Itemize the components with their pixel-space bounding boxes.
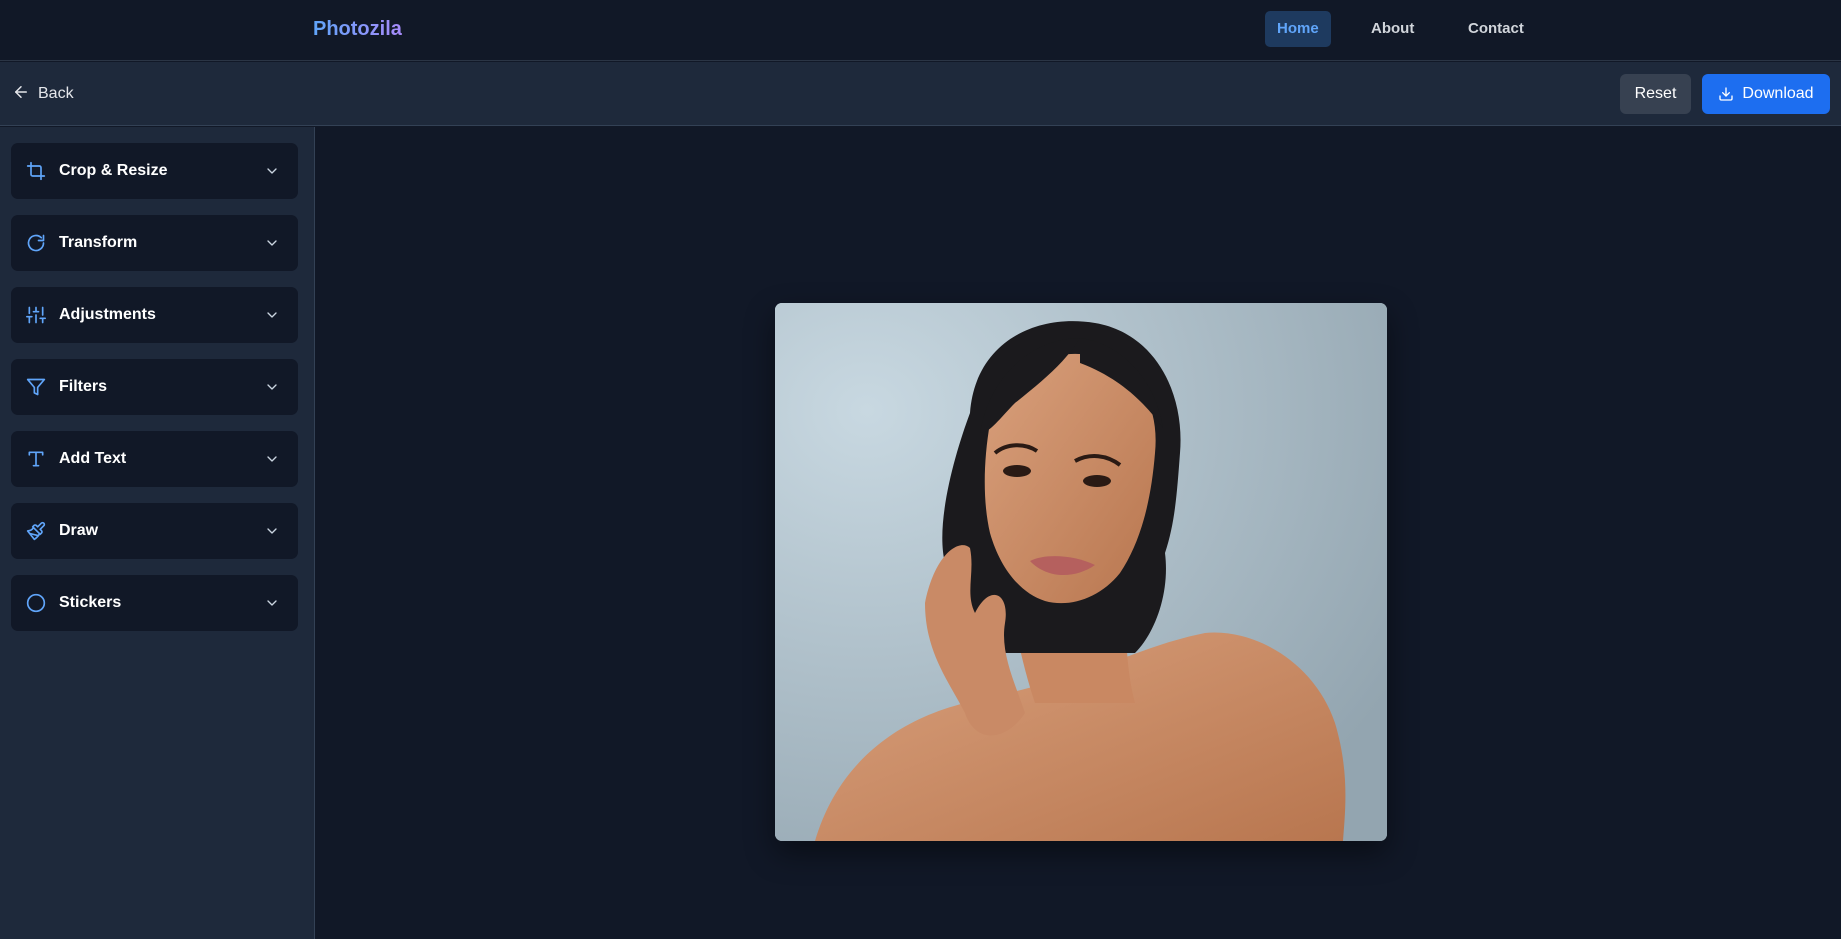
panel-label: Adjustments (59, 306, 156, 323)
reset-button[interactable]: Reset (1620, 74, 1691, 114)
panel-draw[interactable]: Draw (11, 503, 298, 559)
download-label: Download (1742, 85, 1814, 102)
chevron-down-icon (264, 379, 280, 395)
editor-toolbar: Back Reset Download (0, 62, 1841, 126)
brush-icon (26, 521, 46, 541)
text-icon (26, 449, 46, 469)
chevron-down-icon (264, 595, 280, 611)
nav-contact-link[interactable]: Contact (1456, 11, 1536, 47)
brand-logo[interactable]: Photozila (313, 18, 402, 41)
rotate-icon (26, 233, 46, 253)
chevron-down-icon (264, 451, 280, 467)
panel-crop-resize[interactable]: Crop & Resize (11, 143, 298, 199)
filter-icon (26, 377, 46, 397)
panel-label: Filters (59, 378, 108, 395)
chevron-down-icon (264, 163, 280, 179)
panel-label: Crop & Resize (59, 162, 168, 179)
panel-adjustments[interactable]: Adjustments (11, 287, 298, 343)
editor-canvas[interactable] (316, 127, 1841, 939)
chevron-down-icon (264, 523, 280, 539)
portrait-photo[interactable] (775, 303, 1387, 841)
panel-transform[interactable]: Transform (11, 215, 298, 271)
panel-stickers[interactable]: Stickers (11, 575, 298, 631)
nav-about-link[interactable]: About (1359, 11, 1426, 47)
circle-icon (26, 593, 46, 613)
back-label: Back (38, 85, 74, 102)
download-icon (1718, 86, 1734, 102)
chevron-down-icon (264, 307, 280, 323)
back-button[interactable]: Back (12, 82, 74, 106)
crop-icon (26, 161, 46, 181)
chevron-down-icon (264, 235, 280, 251)
tools-sidebar: Crop & Resize Transform Adjustments Filt… (0, 127, 315, 939)
sliders-icon (26, 305, 46, 325)
top-navbar: Photozila Home About Contact (0, 0, 1841, 61)
panel-filters[interactable]: Filters (11, 359, 298, 415)
panel-label: Add Text (59, 450, 127, 467)
panel-label: Stickers (59, 594, 122, 611)
panel-label: Transform (59, 234, 138, 251)
arrow-left-icon (12, 83, 30, 106)
panel-label: Draw (59, 522, 99, 539)
nav-home-link[interactable]: Home (1265, 11, 1331, 47)
download-button[interactable]: Download (1702, 74, 1830, 114)
panel-add-text[interactable]: Add Text (11, 431, 298, 487)
